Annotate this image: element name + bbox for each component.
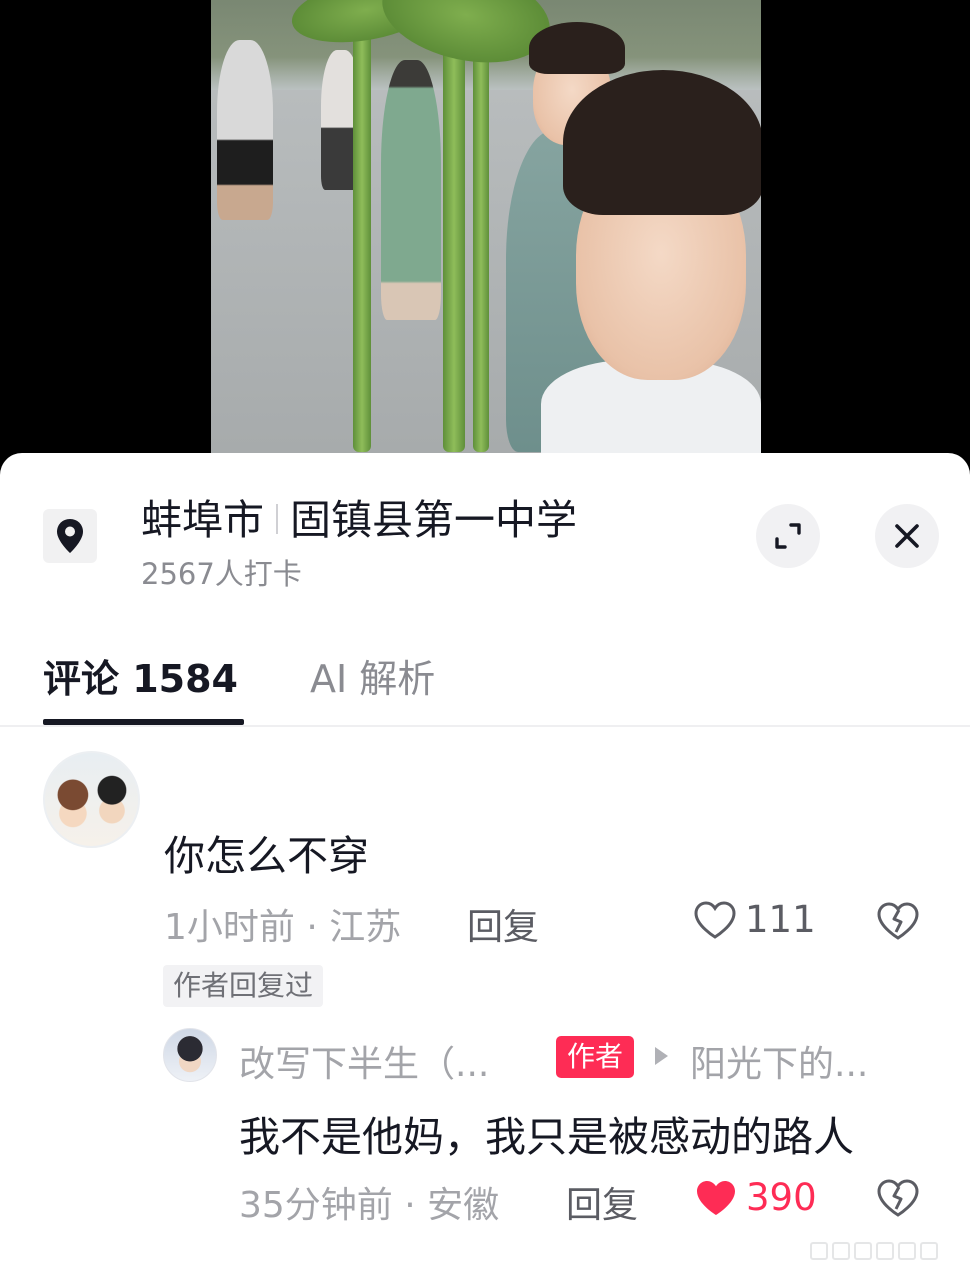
reply-like-count: 390 <box>746 1176 817 1219</box>
dislike-button[interactable] <box>876 900 920 944</box>
reply-like-button[interactable]: 390 <box>694 1176 817 1219</box>
reply-text: 我不是他妈，我只是被感动的路人 <box>239 1113 854 1161</box>
video-person <box>217 40 273 220</box>
heart-icon <box>694 900 736 939</box>
reply-dislike-button[interactable] <box>876 1177 920 1221</box>
expand-button[interactable] <box>756 504 820 568</box>
video-stalk <box>443 0 465 452</box>
avatar[interactable] <box>43 751 140 848</box>
reply-avatar[interactable] <box>163 1028 217 1082</box>
reply-reply-button[interactable]: 回复 <box>566 1176 638 1228</box>
video-boy-hair <box>529 22 625 74</box>
location-place: 固镇县第一中学 <box>290 496 577 544</box>
location-title[interactable]: 蚌埠市 固镇县第一中学 <box>141 486 577 546</box>
heart-filled-icon <box>697 1180 735 1215</box>
watermark <box>810 1240 960 1262</box>
video-player[interactable] <box>0 0 970 470</box>
video-frame[interactable] <box>211 0 761 470</box>
comment-time-region: 1小时前 · 江苏 <box>164 907 402 948</box>
video-stalk <box>353 0 371 452</box>
comment-text: 你怎么不穿 <box>164 832 369 880</box>
location-city: 蚌埠市 <box>141 496 264 544</box>
author-replied-tag: 作者回复过 <box>163 965 324 1007</box>
tab-comments[interactable]: 评论 1584 <box>43 648 238 703</box>
location-icon-box <box>43 509 97 563</box>
title-separator <box>276 504 278 534</box>
map-pin-icon <box>57 519 83 553</box>
reply-time-region: 35分钟前 · 安徽 <box>239 1185 500 1226</box>
checkin-count: 2567人打卡 <box>141 557 302 591</box>
reply-target-username[interactable]: 阳光下的... <box>690 1035 868 1087</box>
close-icon <box>895 524 919 548</box>
author-badge: 作者 <box>556 1036 635 1078</box>
like-button[interactable]: 111 <box>693 898 816 941</box>
broken-heart-icon <box>877 902 919 940</box>
reply-button[interactable]: 回复 <box>467 898 539 950</box>
close-button[interactable] <box>875 504 939 568</box>
tab-ai-analysis[interactable]: AI 解析 <box>310 648 435 703</box>
reply-username[interactable]: 改写下半生（... <box>239 1035 489 1087</box>
reply-arrow-icon <box>655 1047 668 1065</box>
broken-heart-icon <box>877 1179 919 1217</box>
video-stalk <box>473 0 489 452</box>
like-count: 111 <box>745 898 816 941</box>
video-person <box>381 60 441 320</box>
tab-divider <box>0 725 970 727</box>
expand-icon <box>775 523 801 549</box>
video-woman-hair <box>563 70 761 215</box>
